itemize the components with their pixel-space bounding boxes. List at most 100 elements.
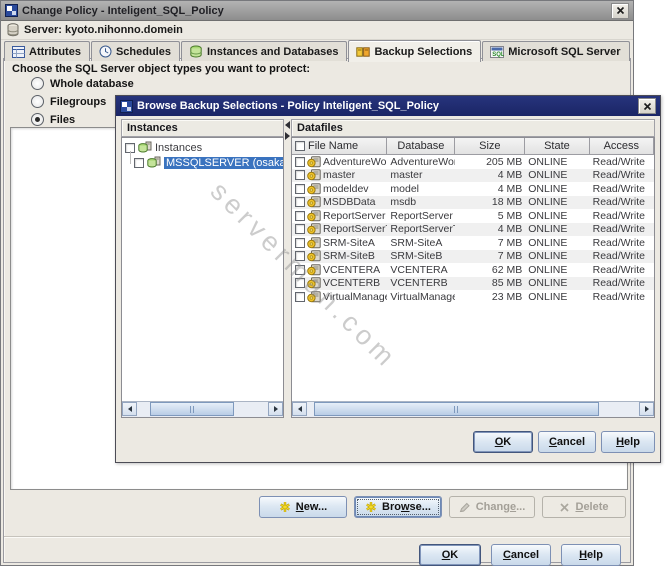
file-name-cell: AdventureWorks... — [292, 156, 387, 168]
tree-item-mssqlserver-osaka-n[interactable]: MSSQLSERVER (osaka.n — [122, 151, 283, 170]
tab-backup-selections[interactable]: Backup Selections — [348, 40, 482, 62]
row-checkbox[interactable] — [295, 170, 305, 181]
tree-checkbox[interactable] — [134, 157, 144, 168]
tab-schedules[interactable]: Schedules — [90, 41, 180, 61]
database-cell: VCENTERB — [390, 277, 448, 290]
radio-circle-icon[interactable] — [31, 113, 44, 126]
column-header-label: State — [544, 140, 570, 152]
row-checkbox[interactable] — [295, 183, 305, 194]
scroll-thumb[interactable] — [313, 402, 600, 416]
datafile-row[interactable]: modeldev model 4 MB ONLINE Read/Write — [292, 182, 654, 196]
datafiles-panel-header: Datafiles — [291, 119, 655, 137]
main-titlebar[interactable]: Change Policy - Inteligent_SQL_Policy — [1, 1, 633, 21]
delete-button: Delete — [542, 496, 626, 518]
datafile-row[interactable]: VirtualManager...VirtualManager... 23 MB O… — [292, 290, 654, 304]
datafile-row[interactable]: VCENTERB VCENTERB 85 MB ONLINE Read/Write — [292, 276, 654, 290]
tab-microsoft-sql-server[interactable]: SQL Microsoft SQL Server — [482, 41, 630, 61]
scroll-right-button[interactable] — [639, 402, 654, 416]
tree-item-instances[interactable]: Instances — [122, 140, 283, 155]
main-title: Change Policy - Inteligent_SQL_Policy — [22, 4, 224, 17]
file-name-cell: VCENTERB — [292, 277, 387, 289]
file-name-text: VCENTERA — [323, 263, 381, 276]
row-checkbox[interactable] — [295, 224, 305, 235]
column-header-file-name[interactable]: File Name — [292, 138, 388, 155]
browse-close-button[interactable] — [638, 98, 656, 114]
scroll-thumb[interactable] — [150, 402, 234, 416]
datafiles-horizontal-scrollbar[interactable] — [292, 401, 654, 417]
collapse-left-icon[interactable] — [285, 121, 290, 129]
browse-help-button[interactable]: Help — [601, 431, 655, 453]
radio-circle-icon[interactable] — [31, 95, 44, 108]
scroll-left-button[interactable] — [122, 402, 137, 416]
state-cell: ONLINE — [528, 169, 568, 182]
select-all-checkbox[interactable] — [295, 141, 305, 151]
radio-whole-database[interactable]: Whole database — [31, 77, 134, 90]
file-name-text: AdventureWorks... — [323, 155, 387, 168]
state-cell: ONLINE — [528, 155, 568, 168]
state-cell: ONLINE — [528, 196, 568, 209]
footer-separator — [4, 536, 630, 538]
datafile-row[interactable]: SRM-SiteB SRM-SiteB 7 MB ONLINE Read/Write — [292, 249, 654, 263]
browse-ok-button[interactable]: OK — [473, 431, 533, 453]
file-name-text: VirtualManager... — [323, 290, 387, 303]
file-name-cell: master — [292, 169, 387, 181]
datafile-row[interactable]: SRM-SiteA SRM-SiteA 7 MB ONLINE Read/Write — [292, 236, 654, 250]
datafile-row[interactable]: ReportServer ReportServer 5 MB ONLINE Read/W… — [292, 209, 654, 223]
scroll-track[interactable] — [307, 402, 639, 417]
datafile-row[interactable]: AdventureWorks...AdventureWork... 205 MB O… — [292, 155, 654, 169]
datafile-row[interactable]: ReportServerTe...ReportServerT... 4 MB ONL… — [292, 222, 654, 236]
main-close-button[interactable] — [611, 2, 629, 19]
split-pane-divider[interactable] — [284, 119, 291, 416]
datafile-row[interactable]: VCENTERA VCENTERA 62 MB ONLINE Read/Write — [292, 263, 654, 277]
browse-titlebar[interactable]: Browse Backup Selections - Policy Inteli… — [116, 96, 660, 116]
instances-horizontal-scrollbar[interactable] — [122, 401, 283, 417]
state-cell: ONLINE — [528, 182, 568, 195]
column-header-state[interactable]: State — [525, 138, 590, 155]
tab-instances-and-databases[interactable]: Instances and Databases — [180, 41, 348, 61]
row-checkbox[interactable] — [295, 197, 305, 208]
instances-db-icon — [189, 45, 203, 58]
datafile-row[interactable]: master master 4 MB ONLINE Read/Write — [292, 168, 654, 182]
browse-button[interactable]: Browse... — [354, 496, 442, 518]
row-checkbox[interactable] — [295, 251, 305, 262]
datafiles-table-header: File Name Database Size State Access — [292, 138, 654, 155]
size-cell: 4 MB — [497, 169, 523, 182]
file-name-cell: VirtualManager... — [292, 291, 387, 303]
datafile-row[interactable]: MSDBData msdb 18 MB ONLINE Read/Write — [292, 195, 654, 209]
main-cancel-button[interactable]: Cancel — [491, 544, 551, 566]
column-header-size[interactable]: Size — [455, 138, 526, 155]
row-checkbox[interactable] — [295, 237, 305, 248]
column-header-database[interactable]: Database — [387, 138, 456, 155]
access-cell: Read/Write — [592, 236, 645, 249]
backup-selections-icon — [356, 46, 371, 58]
row-checkbox[interactable] — [295, 291, 305, 302]
file-name-text: modeldev — [323, 182, 369, 195]
radio-files[interactable]: Files — [31, 113, 75, 126]
database-cell: master — [390, 169, 423, 182]
column-header-access[interactable]: Access — [589, 138, 654, 155]
file-name-cell: ReportServer — [292, 210, 387, 222]
scroll-left-button[interactable] — [292, 402, 307, 416]
instances-tree[interactable]: Instances MSSQLSERVER (osaka.n — [121, 137, 284, 418]
scroll-track[interactable] — [137, 402, 268, 417]
radio-circle-icon[interactable] — [31, 77, 44, 90]
row-checkbox[interactable] — [295, 156, 305, 167]
access-cell: Read/Write — [592, 277, 645, 290]
new-button[interactable]: New... — [259, 496, 347, 518]
size-cell: 62 MB — [491, 263, 523, 276]
file-name-cell: modeldev — [292, 183, 387, 195]
radio-filegroups[interactable]: Filegroups — [31, 95, 106, 108]
tab-attributes[interactable]: Attributes — [4, 41, 90, 61]
row-checkbox[interactable] — [295, 278, 305, 289]
browse-cancel-button[interactable]: Cancel — [538, 431, 596, 453]
collapse-right-icon[interactable] — [285, 132, 290, 140]
file-name-cell: ReportServerTe... — [292, 223, 387, 235]
datafiles-table[interactable]: File Name Database Size State Access Adventu… — [291, 137, 655, 418]
row-checkbox[interactable] — [295, 210, 305, 221]
scroll-right-button[interactable] — [268, 402, 283, 416]
main-ok-button[interactable]: OK — [419, 544, 481, 566]
tree-item-label: MSSQLSERVER (osaka.n — [164, 156, 283, 169]
row-checkbox[interactable] — [295, 264, 305, 275]
size-cell: 85 MB — [491, 277, 523, 290]
main-help-button[interactable]: Help — [561, 544, 621, 566]
